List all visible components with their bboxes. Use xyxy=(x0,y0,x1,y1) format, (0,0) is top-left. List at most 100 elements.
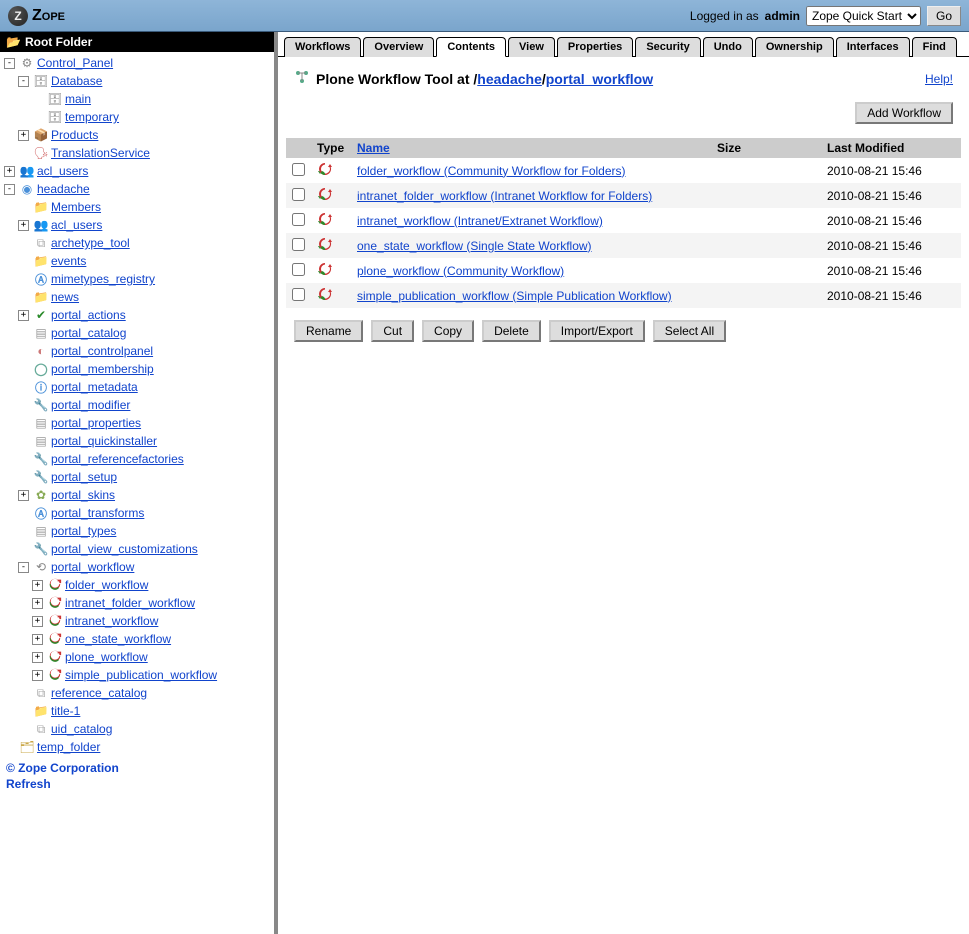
tree-link[interactable]: portal_modifier xyxy=(51,398,130,412)
zope-corp-link[interactable]: © Zope Corporation xyxy=(6,760,268,776)
import-export-button[interactable]: Import/Export xyxy=(549,320,645,342)
tree-link[interactable]: portal_view_customizations xyxy=(51,542,198,556)
tab-workflows[interactable]: Workflows xyxy=(284,37,361,57)
tree-link[interactable]: news xyxy=(51,290,79,304)
tree-link[interactable]: Products xyxy=(51,128,98,142)
tree-toggle-icon[interactable]: - xyxy=(4,58,15,69)
tree-toggle-icon[interactable]: + xyxy=(32,598,43,609)
tab-undo[interactable]: Undo xyxy=(703,37,753,57)
row-checkbox[interactable] xyxy=(292,188,305,201)
tree-link[interactable]: temporary xyxy=(65,110,119,124)
tree-link[interactable]: archetype_tool xyxy=(51,236,130,250)
tree-link[interactable]: main xyxy=(65,92,91,106)
tree-link[interactable]: mimetypes_registry xyxy=(51,272,155,286)
tree-node-icon: 🗣 xyxy=(33,145,49,161)
tree-link[interactable]: portal_workflow xyxy=(51,560,134,574)
tab-overview[interactable]: Overview xyxy=(363,37,434,57)
tree-toggle-icon[interactable]: - xyxy=(18,562,29,573)
tab-properties[interactable]: Properties xyxy=(557,37,633,57)
tree-link[interactable]: uid_catalog xyxy=(51,722,112,736)
tree-link[interactable]: Control_Panel xyxy=(37,56,113,70)
tree-link[interactable]: portal_setup xyxy=(51,470,117,484)
tree-node-icon: 📁 xyxy=(33,703,49,719)
row-checkbox[interactable] xyxy=(292,213,305,226)
tree-link[interactable]: reference_catalog xyxy=(51,686,147,700)
tree-link[interactable]: portal_transforms xyxy=(51,506,144,520)
root-folder-header[interactable]: 📂 Root Folder xyxy=(0,32,274,52)
tree-link[interactable]: folder_workflow xyxy=(65,578,148,592)
tree-link[interactable]: portal_quickinstaller xyxy=(51,434,157,448)
tree-link[interactable]: acl_users xyxy=(51,218,102,232)
row-name-link[interactable]: folder_workflow (Community Workflow for … xyxy=(357,164,626,178)
tree-link[interactable]: intranet_workflow xyxy=(65,614,158,628)
row-name-link[interactable]: one_state_workflow (Single State Workflo… xyxy=(357,239,592,253)
tree-item: Ⓐmimetypes_registry xyxy=(18,270,274,288)
help-link[interactable]: Help! xyxy=(925,72,953,86)
tree-toggle-icon[interactable]: + xyxy=(4,166,15,177)
tree-link[interactable]: Members xyxy=(51,200,101,214)
tree-link[interactable]: portal_actions xyxy=(51,308,126,322)
tree-toggle-icon[interactable]: + xyxy=(32,652,43,663)
tree-link[interactable]: temp_folder xyxy=(37,740,100,754)
row-checkbox[interactable] xyxy=(292,238,305,251)
tab-view[interactable]: View xyxy=(508,37,555,57)
tree-toggle-icon[interactable]: + xyxy=(32,634,43,645)
tree-link[interactable]: title-1 xyxy=(51,704,80,718)
col-name[interactable]: Name xyxy=(351,138,711,158)
quick-start-select[interactable]: Zope Quick Start xyxy=(806,6,921,26)
row-checkbox[interactable] xyxy=(292,263,305,276)
row-name-link[interactable]: intranet_folder_workflow (Intranet Workf… xyxy=(357,189,652,203)
tab-contents[interactable]: Contents xyxy=(436,37,506,57)
tree-link[interactable]: Database xyxy=(51,74,102,88)
rename-button[interactable]: Rename xyxy=(294,320,363,342)
tree-link[interactable]: intranet_folder_workflow xyxy=(65,596,195,610)
tree-link[interactable]: portal_types xyxy=(51,524,116,538)
row-checkbox[interactable] xyxy=(292,163,305,176)
row-name-link[interactable]: simple_publication_workflow (Simple Publ… xyxy=(357,289,672,303)
tab-interfaces[interactable]: Interfaces xyxy=(836,37,910,57)
tree-toggle-icon[interactable]: - xyxy=(18,76,29,87)
tree-link[interactable]: plone_workflow xyxy=(65,650,148,664)
tree-link[interactable]: portal_catalog xyxy=(51,326,126,340)
copy-button[interactable]: Copy xyxy=(422,320,474,342)
delete-button[interactable]: Delete xyxy=(482,320,541,342)
breadcrumb-tool[interactable]: portal_workflow xyxy=(546,71,653,87)
tree-toggle-icon[interactable]: - xyxy=(4,184,15,195)
tree-toggle-icon[interactable]: + xyxy=(32,580,43,591)
tree-link[interactable]: simple_publication_workflow xyxy=(65,668,217,682)
col-type: Type xyxy=(311,138,351,158)
row-checkbox[interactable] xyxy=(292,288,305,301)
row-size xyxy=(711,283,821,308)
tree-link[interactable]: events xyxy=(51,254,86,268)
tree-link[interactable]: portal_referencefactories xyxy=(51,452,184,466)
tree-link[interactable]: portal_controlpanel xyxy=(51,344,153,358)
tree-link[interactable]: portal_metadata xyxy=(51,380,138,394)
tree-toggle-icon[interactable]: + xyxy=(18,310,29,321)
tree-link[interactable]: portal_properties xyxy=(51,416,141,430)
tab-find[interactable]: Find xyxy=(912,37,957,57)
tree-link[interactable]: acl_users xyxy=(37,164,88,178)
row-name-link[interactable]: plone_workflow (Community Workflow) xyxy=(357,264,564,278)
tree-link[interactable]: portal_membership xyxy=(51,362,154,376)
tree-item: ▤portal_types xyxy=(18,522,274,540)
tree-toggle-icon[interactable]: + xyxy=(18,130,29,141)
tree-toggle-icon[interactable]: + xyxy=(32,616,43,627)
tree-toggle-icon[interactable]: + xyxy=(18,220,29,231)
tree-link[interactable]: TranslationService xyxy=(51,146,150,160)
row-name-link[interactable]: intranet_workflow (Intranet/Extranet Wor… xyxy=(357,214,603,228)
tree-link[interactable]: portal_skins xyxy=(51,488,115,502)
tab-ownership[interactable]: Ownership xyxy=(755,37,834,57)
cut-button[interactable]: Cut xyxy=(371,320,414,342)
tree-toggle-icon[interactable]: + xyxy=(18,490,29,501)
refresh-link[interactable]: Refresh xyxy=(6,776,268,792)
go-button[interactable]: Go xyxy=(927,6,961,26)
tree-link[interactable]: one_state_workflow xyxy=(65,632,171,646)
tree-toggle-icon[interactable]: + xyxy=(32,670,43,681)
tab-security[interactable]: Security xyxy=(635,37,700,57)
breadcrumb-site[interactable]: headache xyxy=(477,71,542,87)
select-all-button[interactable]: Select All xyxy=(653,320,726,342)
add-workflow-button[interactable]: Add Workflow xyxy=(855,102,953,124)
tree-item: -◉headache xyxy=(4,180,274,198)
tree-link[interactable]: headache xyxy=(37,182,90,196)
tree-item: ⧉uid_catalog xyxy=(18,720,274,738)
